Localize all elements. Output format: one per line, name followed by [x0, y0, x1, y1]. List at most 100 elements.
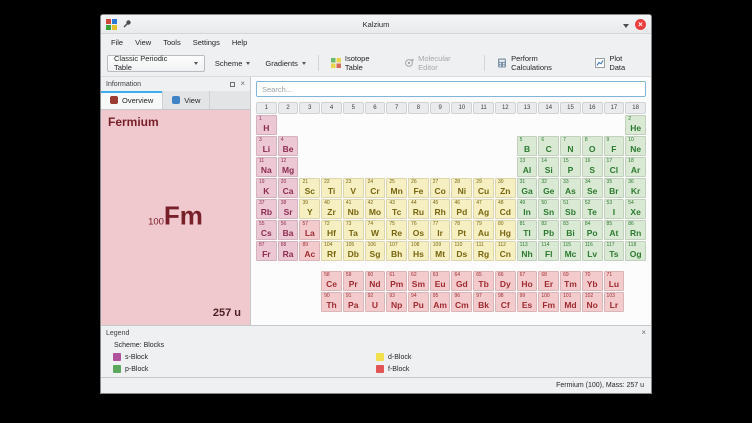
element-Ts[interactable]: 117Ts: [604, 241, 625, 261]
element-Ti[interactable]: 22Ti: [321, 178, 342, 198]
menu-view[interactable]: View: [129, 36, 157, 49]
element-Ac[interactable]: 89Ac: [299, 241, 320, 261]
element-N[interactable]: 7N: [560, 136, 581, 156]
element-Pa[interactable]: 91Pa: [343, 292, 364, 312]
element-No[interactable]: 102No: [582, 292, 603, 312]
element-Al[interactable]: 13Al: [517, 157, 538, 177]
element-Ir[interactable]: 77Ir: [430, 220, 451, 240]
menu-settings[interactable]: Settings: [187, 36, 226, 49]
element-Sm[interactable]: 62Sm: [408, 271, 429, 291]
plot-data-button[interactable]: Plot Data: [590, 54, 645, 72]
perform-calculations-button[interactable]: Perform Calculations: [492, 54, 585, 72]
element-P[interactable]: 15P: [560, 157, 581, 177]
element-Ho[interactable]: 67Ho: [517, 271, 538, 291]
element-Er[interactable]: 68Er: [538, 271, 559, 291]
element-Bi[interactable]: 83Bi: [560, 220, 581, 240]
element-Ar[interactable]: 18Ar: [625, 157, 646, 177]
element-S[interactable]: 16S: [582, 157, 603, 177]
element-Sc[interactable]: 21Sc: [299, 178, 320, 198]
tab-overview[interactable]: Overview: [101, 91, 163, 109]
element-Kr[interactable]: 36Kr: [625, 178, 646, 198]
element-Ca[interactable]: 20Ca: [278, 178, 299, 198]
table-type-select[interactable]: Classic Periodic Table: [107, 55, 205, 72]
element-B[interactable]: 5B: [517, 136, 538, 156]
element-Rh[interactable]: 45Rh: [430, 199, 451, 219]
element-Po[interactable]: 84Po: [582, 220, 603, 240]
close-button[interactable]: ×: [635, 19, 646, 30]
element-Li[interactable]: 3Li: [256, 136, 277, 156]
element-Og[interactable]: 118Og: [625, 241, 646, 261]
element-Md[interactable]: 101Md: [560, 292, 581, 312]
element-Fe[interactable]: 26Fe: [408, 178, 429, 198]
element-Ne[interactable]: 10Ne: [625, 136, 646, 156]
element-Ba[interactable]: 56Ba: [278, 220, 299, 240]
close-panel-icon[interactable]: ×: [240, 80, 245, 88]
element-Cl[interactable]: 17Cl: [604, 157, 625, 177]
element-Cs[interactable]: 55Cs: [256, 220, 277, 240]
element-Db[interactable]: 105Db: [343, 241, 364, 261]
menu-file[interactable]: File: [105, 36, 129, 49]
shade-window-button[interactable]: [623, 15, 629, 33]
element-Ag[interactable]: 47Ag: [473, 199, 494, 219]
element-W[interactable]: 74W: [365, 220, 386, 240]
element-Cf[interactable]: 98Cf: [495, 292, 516, 312]
element-Hf[interactable]: 72Hf: [321, 220, 342, 240]
titlebar[interactable]: Kalzium ×: [101, 15, 651, 34]
element-Mt[interactable]: 109Mt: [430, 241, 451, 261]
element-Pu[interactable]: 94Pu: [408, 292, 429, 312]
float-panel-icon[interactable]: [230, 82, 235, 87]
element-Sg[interactable]: 106Sg: [365, 241, 386, 261]
gradients-button[interactable]: Gradients: [260, 54, 311, 72]
element-F[interactable]: 9F: [604, 136, 625, 156]
element-Co[interactable]: 27Co: [430, 178, 451, 198]
element-Gd[interactable]: 64Gd: [451, 271, 472, 291]
element-Cm[interactable]: 96Cm: [451, 292, 472, 312]
element-Lr[interactable]: 103Lr: [604, 292, 625, 312]
element-Th[interactable]: 90Th: [321, 292, 342, 312]
element-Te[interactable]: 52Te: [582, 199, 603, 219]
element-Ce[interactable]: 58Ce: [321, 271, 342, 291]
element-Fl[interactable]: 114Fl: [538, 241, 559, 261]
element-Ge[interactable]: 32Ge: [538, 178, 559, 198]
element-Nb[interactable]: 41Nb: [343, 199, 364, 219]
tab-view[interactable]: View: [163, 91, 210, 109]
element-Am[interactable]: 95Am: [430, 292, 451, 312]
element-I[interactable]: 53I: [604, 199, 625, 219]
element-Os[interactable]: 76Os: [408, 220, 429, 240]
element-Ru[interactable]: 44Ru: [408, 199, 429, 219]
element-O[interactable]: 8O: [582, 136, 603, 156]
element-Bk[interactable]: 97Bk: [473, 292, 494, 312]
element-Ds[interactable]: 110Ds: [451, 241, 472, 261]
menu-tools[interactable]: Tools: [157, 36, 187, 49]
element-Yb[interactable]: 70Yb: [582, 271, 603, 291]
element-Re[interactable]: 75Re: [386, 220, 407, 240]
element-Bh[interactable]: 107Bh: [386, 241, 407, 261]
element-Fr[interactable]: 87Fr: [256, 241, 277, 261]
element-U[interactable]: 92U: [365, 292, 386, 312]
element-Rf[interactable]: 104Rf: [321, 241, 342, 261]
element-Pb[interactable]: 82Pb: [538, 220, 559, 240]
search-input[interactable]: [256, 81, 646, 97]
element-Y[interactable]: 39Y: [299, 199, 320, 219]
element-Zn[interactable]: 30Zn: [495, 178, 516, 198]
element-Lu[interactable]: 71Lu: [604, 271, 625, 291]
element-Sr[interactable]: 38Sr: [278, 199, 299, 219]
element-Pm[interactable]: 61Pm: [386, 271, 407, 291]
element-In[interactable]: 49In: [517, 199, 538, 219]
element-Lv[interactable]: 116Lv: [582, 241, 603, 261]
molecular-editor-button[interactable]: Molecular Editor: [399, 54, 477, 72]
element-Rn[interactable]: 86Rn: [625, 220, 646, 240]
element-Cn[interactable]: 112Cn: [495, 241, 516, 261]
scheme-button[interactable]: Scheme: [210, 54, 256, 72]
element-K[interactable]: 19K: [256, 178, 277, 198]
element-Be[interactable]: 4Be: [278, 136, 299, 156]
element-Na[interactable]: 11Na: [256, 157, 277, 177]
element-V[interactable]: 23V: [343, 178, 364, 198]
element-Au[interactable]: 79Au: [473, 220, 494, 240]
element-Tm[interactable]: 69Tm: [560, 271, 581, 291]
element-Se[interactable]: 34Se: [582, 178, 603, 198]
element-Pt[interactable]: 78Pt: [451, 220, 472, 240]
element-As[interactable]: 33As: [560, 178, 581, 198]
element-Eu[interactable]: 63Eu: [430, 271, 451, 291]
element-Nh[interactable]: 113Nh: [517, 241, 538, 261]
